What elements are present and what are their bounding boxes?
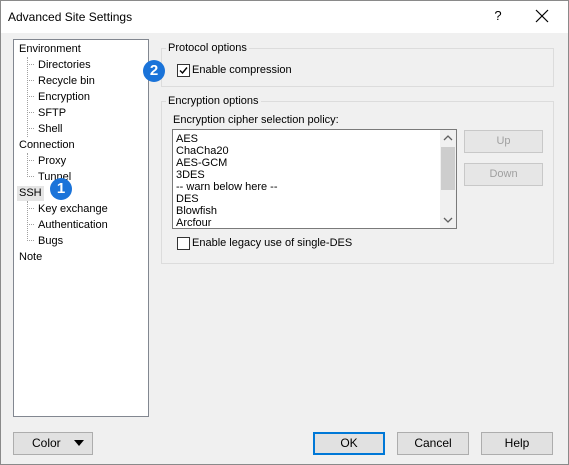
enable-compression-checkbox[interactable] [177, 64, 190, 77]
cipher-list-scrollbar[interactable] [440, 130, 456, 228]
tree-connector [27, 57, 28, 137]
tree-item-authentication[interactable]: Authentication [38, 218, 108, 233]
tree-connector [27, 80, 34, 81]
tree-connector [27, 96, 34, 97]
list-item[interactable]: AES-GCM [176, 157, 227, 169]
tree-item-proxy[interactable]: Proxy [38, 154, 66, 169]
list-item[interactable]: AES [176, 133, 198, 145]
annotation-badge-2: 2 [143, 60, 165, 82]
cipher-list[interactable]: AES ChaCha20 AES-GCM 3DES -- warn below … [172, 129, 457, 229]
tree-connector [27, 160, 34, 161]
tree-connector [27, 240, 34, 241]
tree-item-bugs[interactable]: Bugs [38, 234, 63, 249]
advanced-site-settings-dialog: Advanced Site Settings ? Environment Dir… [0, 0, 569, 465]
color-dropdown-button[interactable]: Color [13, 432, 93, 455]
list-item[interactable]: 3DES [176, 169, 205, 181]
window-title: Advanced Site Settings [8, 10, 133, 24]
list-item[interactable]: ChaCha20 [176, 145, 229, 157]
tree-connector [27, 128, 34, 129]
tree-item-directories[interactable]: Directories [38, 58, 91, 73]
annotation-badge-1: 1 [50, 178, 72, 200]
cancel-button[interactable]: Cancel [397, 432, 469, 455]
tree-item-ssh[interactable]: SSH [17, 186, 44, 201]
scroll-up-icon[interactable] [440, 130, 456, 146]
legacy-des-label: Enable legacy use of single-DES [192, 237, 353, 249]
enable-compression-label: Enable compression [192, 64, 292, 76]
tree-item-recycle-bin[interactable]: Recycle bin [38, 74, 95, 89]
tree-connector [27, 176, 34, 177]
tree-item-note[interactable]: Note [19, 250, 42, 265]
tree-item-environment[interactable]: Environment [19, 42, 81, 57]
legacy-des-checkbox[interactable] [177, 237, 190, 250]
tree-item-key-exchange[interactable]: Key exchange [38, 202, 108, 217]
dropdown-arrow-icon [74, 440, 84, 446]
tree-item-sftp[interactable]: SFTP [38, 106, 66, 121]
down-button[interactable]: Down [464, 163, 543, 186]
title-bar: Advanced Site Settings ? [1, 1, 568, 33]
scroll-thumb[interactable] [441, 147, 455, 190]
close-icon[interactable] [533, 7, 551, 25]
tree-item-encryption[interactable]: Encryption [38, 90, 90, 105]
up-button[interactable]: Up [464, 130, 543, 153]
scroll-down-icon[interactable] [440, 212, 456, 228]
list-item[interactable]: Blowfish [176, 205, 217, 217]
list-item[interactable]: -- warn below here -- [176, 181, 277, 193]
help-question-button[interactable]: ? [491, 8, 505, 24]
protocol-options-title: Protocol options [166, 42, 249, 55]
tree-connector [27, 208, 34, 209]
list-item[interactable]: DES [176, 193, 199, 205]
encryption-options-title: Encryption options [166, 95, 261, 108]
tree-connector [27, 201, 28, 241]
tree-connector [27, 153, 28, 177]
settings-tree[interactable]: Environment Directories Recycle bin Encr… [13, 39, 149, 417]
tree-item-connection[interactable]: Connection [19, 138, 75, 153]
ok-button[interactable]: OK [313, 432, 385, 455]
tree-connector [27, 112, 34, 113]
tree-connector [27, 64, 34, 65]
tree-connector [27, 224, 34, 225]
list-item[interactable]: Arcfour [176, 217, 211, 228]
tree-item-shell[interactable]: Shell [38, 122, 62, 137]
cipher-policy-label: Encryption cipher selection policy: [173, 114, 339, 126]
checkmark-icon [179, 67, 188, 75]
help-button[interactable]: Help [481, 432, 553, 455]
color-button-label: Color [32, 436, 61, 450]
